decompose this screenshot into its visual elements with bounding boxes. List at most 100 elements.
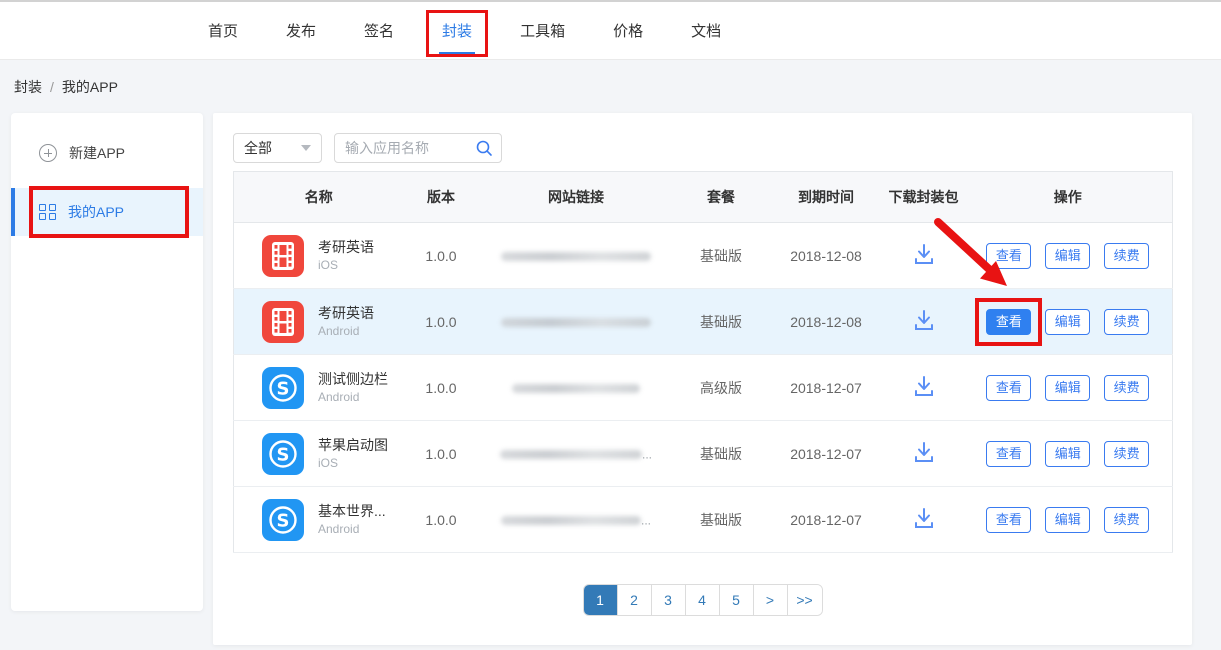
renew-button[interactable]: 续费 [1104,309,1149,335]
download-icon[interactable] [911,307,937,333]
breadcrumb: 封装 / 我的APP [0,60,1221,113]
renew-button[interactable]: 续费 [1104,507,1149,533]
page-button-4[interactable]: 4 [686,585,720,615]
col-header-expire: 到期时间 [769,172,884,223]
app-name: 苹果启动图 [318,436,388,455]
col-header-download: 下载封装包 [884,172,964,223]
app-platform: Android [318,389,388,405]
svg-text:S: S [277,378,290,399]
app-platform: iOS [318,257,374,273]
svg-text:S: S [277,510,290,531]
my-app-label: 我的APP [68,202,124,222]
page-last-button[interactable]: >> [788,585,822,615]
view-button[interactable]: 查看 [986,441,1031,467]
top-navigation: 首页 发布 签名 封装 工具箱 价格 文档 [0,2,1221,60]
renew-button[interactable]: 续费 [1104,375,1149,401]
view-button[interactable]: 查看 [986,507,1031,533]
view-button[interactable]: 查看 [986,375,1031,401]
filter-dropdown-value: 全部 [244,138,272,158]
svg-text:S: S [277,444,290,465]
s-logo-app-icon: S [262,499,304,541]
page-next-button[interactable]: > [754,585,788,615]
app-expire: 2018-12-07 [769,355,884,421]
download-icon[interactable] [911,439,937,465]
table-row: 考研英语 iOS 1.0.0 基础版 2018-12-08 [234,223,1173,289]
app-expire: 2018-12-07 [769,421,884,487]
app-plan: 基础版 [674,289,769,355]
view-button-active[interactable]: 查看 [986,309,1031,335]
app-link-masked: ... [479,421,674,487]
app-link-masked [479,355,674,421]
edit-button[interactable]: 编辑 [1045,243,1090,269]
app-plan: 高级版 [674,355,769,421]
edit-button[interactable]: 编辑 [1045,441,1090,467]
sidebar-item-my-app[interactable]: 我的APP [11,188,203,236]
renew-button[interactable]: 续费 [1104,243,1149,269]
app-platform: Android [318,521,386,537]
edit-button[interactable]: 编辑 [1045,375,1090,401]
breadcrumb-page: 我的APP [62,77,118,97]
nav-item-toolbox[interactable]: 工具箱 [520,2,565,60]
col-header-name: 名称 [234,172,404,223]
edit-button[interactable]: 编辑 [1045,507,1090,533]
nav-item-package-label: 封装 [442,20,472,41]
breadcrumb-section[interactable]: 封装 [14,77,42,97]
plus-circle-icon [39,144,57,162]
table-row: S 测试侧边栏 Android 1.0.0 高级版 2018-12-07 [234,355,1173,421]
app-expire: 2018-12-08 [769,289,884,355]
breadcrumb-separator: / [50,79,54,95]
page-button-5[interactable]: 5 [720,585,754,615]
app-link-masked [479,289,674,355]
app-name: 基本世界... [318,502,386,521]
sidebar: 新建APP 我的APP [11,113,203,611]
toolbar: 全部 [233,133,1172,163]
nav-item-price[interactable]: 价格 [613,2,643,60]
view-button[interactable]: 查看 [986,243,1031,269]
chevron-down-icon [301,145,311,151]
s-logo-app-icon: S [262,367,304,409]
nav-item-publish[interactable]: 发布 [286,2,316,60]
pagination: 1 2 3 4 5 > >> [233,584,1172,616]
page-button-1[interactable]: 1 [584,585,618,615]
app-plan: 基础版 [674,223,769,289]
app-platform: Android [318,323,374,339]
download-icon[interactable] [911,505,937,531]
page-button-3[interactable]: 3 [652,585,686,615]
film-app-icon [262,235,304,277]
nav-item-docs[interactable]: 文档 [691,2,721,60]
sidebar-item-new-app[interactable]: 新建APP [11,135,203,171]
col-header-plan: 套餐 [674,172,769,223]
col-header-version: 版本 [404,172,479,223]
apps-table: 名称 版本 网站链接 套餐 到期时间 下载封装包 操作 [233,171,1173,553]
new-app-label: 新建APP [69,143,125,163]
download-icon[interactable] [911,373,937,399]
table-row: S 苹果启动图 iOS 1.0.0 ... 基础版 2018-12-07 [234,421,1173,487]
film-app-icon [262,301,304,343]
filter-dropdown[interactable]: 全部 [233,133,322,163]
nav-item-package[interactable]: 封装 [442,2,472,60]
page-button-2[interactable]: 2 [618,585,652,615]
edit-button[interactable]: 编辑 [1045,309,1090,335]
app-name: 考研英语 [318,304,374,323]
app-name: 测试侧边栏 [318,370,388,389]
table-header-row: 名称 版本 网站链接 套餐 到期时间 下载封装包 操作 [234,172,1173,223]
app-expire: 2018-12-07 [769,487,884,553]
search-icon[interactable] [475,139,493,157]
col-header-actions: 操作 [964,172,1173,223]
app-link-masked: ... [479,487,674,553]
renew-button[interactable]: 续费 [1104,441,1149,467]
s-logo-app-icon: S [262,433,304,475]
download-icon[interactable] [911,241,937,267]
col-header-link: 网站链接 [479,172,674,223]
main-panel: 全部 名称 版本 网站链接 套餐 [213,113,1192,645]
app-plan: 基础版 [674,421,769,487]
grid-icon [39,204,56,221]
nav-item-sign[interactable]: 签名 [364,2,394,60]
app-name: 考研英语 [318,238,374,257]
app-version: 1.0.0 [404,355,479,421]
search-input[interactable] [345,140,475,156]
app-link-masked [479,223,674,289]
app-expire: 2018-12-08 [769,223,884,289]
nav-item-home[interactable]: 首页 [208,2,238,60]
app-version: 1.0.0 [404,289,479,355]
